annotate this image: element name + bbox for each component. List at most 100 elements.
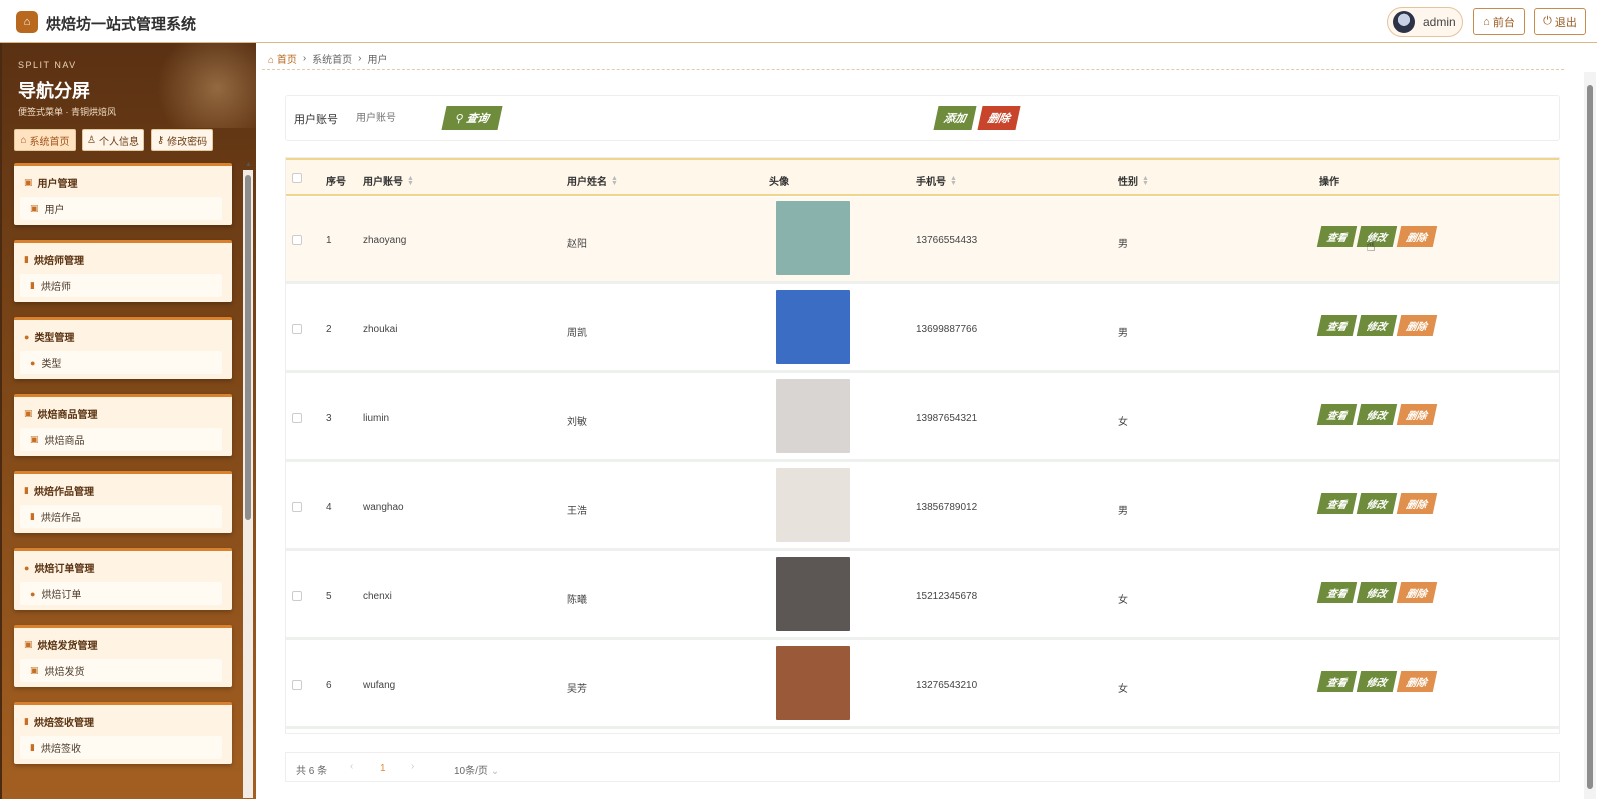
next-page-icon[interactable]: ›: [411, 761, 414, 772]
edit-button[interactable]: 修改: [1356, 671, 1398, 692]
total-count: 共 6 条: [296, 766, 328, 777]
avatar[interactable]: [776, 379, 850, 453]
sidebar-item[interactable]: ▮ 烘焙作品: [20, 505, 222, 528]
view-button[interactable]: 查看: [1316, 404, 1358, 425]
row-checkbox[interactable]: [292, 324, 302, 334]
add-button[interactable]: 添加: [933, 106, 977, 130]
row-phone: 13699887766: [916, 324, 978, 335]
search-input[interactable]: [356, 108, 426, 128]
menu-group-title[interactable]: ▣ 烘焙发货管理: [24, 637, 98, 652]
row-account: zhoukai: [363, 324, 398, 335]
row-phone: 15212345678: [916, 591, 978, 602]
chevron-right-icon: ›: [302, 53, 307, 64]
row-checkbox[interactable]: [292, 235, 302, 245]
logout-button[interactable]: ⏻ 退出: [1534, 8, 1586, 35]
row-gender: 男: [1118, 506, 1128, 517]
sort-icon[interactable]: ▲ ▼: [611, 175, 618, 187]
sidebar-item[interactable]: ▣ 烘焙商品: [20, 428, 222, 451]
header-gender[interactable]: 性别 ▲ ▼: [1118, 173, 1149, 189]
sidebar-item[interactable]: ▮ 烘焙师: [20, 274, 222, 297]
front-button[interactable]: ⌂ 前台: [1473, 8, 1525, 35]
view-button[interactable]: 查看: [1316, 671, 1358, 692]
user-menu[interactable]: admin: [1387, 7, 1463, 37]
briefcase-icon: ▣: [30, 203, 39, 213]
avatar[interactable]: [776, 557, 850, 631]
sidebar-item[interactable]: ● 类型: [20, 351, 222, 374]
row-phone: 13766554433: [916, 235, 978, 246]
pin-icon: ●: [24, 562, 30, 573]
page-size-select[interactable]: 10条/页 ⌄: [454, 762, 499, 777]
row-phone: 13276543210: [916, 680, 978, 691]
row-checkbox[interactable]: [292, 591, 302, 601]
row-checkbox[interactable]: [292, 413, 302, 423]
menu-group-title[interactable]: ▮ 烘焙作品管理: [24, 483, 94, 498]
row-account: liumin: [363, 413, 390, 424]
breadcrumb-home[interactable]: ⌂ 首页: [268, 51, 297, 66]
header-name[interactable]: 用户姓名 ▲ ▼: [567, 173, 618, 189]
avatar[interactable]: [776, 201, 850, 275]
sidebar-scroll-thumb[interactable]: [245, 175, 251, 520]
sidebar-item[interactable]: ● 烘焙订单: [20, 582, 222, 605]
sort-icon[interactable]: ▲ ▼: [407, 175, 414, 187]
view-button[interactable]: 查看: [1316, 315, 1358, 336]
row-checkbox[interactable]: [292, 680, 302, 690]
view-button[interactable]: 查看: [1316, 226, 1358, 247]
sort-icon[interactable]: ▲ ▼: [1142, 175, 1149, 187]
edit-button[interactable]: 修改: [1356, 404, 1398, 425]
menu-group-title[interactable]: ● 烘焙订单管理: [24, 560, 94, 576]
quick-profile-button[interactable]: ♙ 个人信息: [82, 129, 144, 151]
prev-page-icon[interactable]: ‹: [350, 761, 353, 772]
view-button[interactable]: 查看: [1316, 582, 1358, 603]
row-phone: 13987654321: [916, 413, 978, 424]
sidebar-item[interactable]: ▮ 烘焙签收: [20, 736, 222, 759]
edit-button[interactable]: 修改: [1356, 493, 1398, 514]
sidebar-item[interactable]: ▣ 烘焙发货: [20, 659, 222, 682]
row-account: wufang: [363, 680, 396, 691]
sidebar-title: 导航分屏: [18, 81, 90, 101]
select-all-checkbox[interactable]: [292, 173, 302, 183]
breadcrumb-system[interactable]: 系统首页: [312, 51, 352, 66]
chart-icon: ▮: [24, 485, 29, 495]
menu-group-title[interactable]: ▣ 烘焙商品管理: [24, 406, 98, 421]
sidebar-item[interactable]: ▣ 用户: [20, 197, 222, 220]
briefcase-icon: ▣: [24, 408, 33, 418]
avatar[interactable]: [776, 468, 850, 542]
delete-button[interactable]: 删除: [977, 106, 1021, 130]
menu-group-title[interactable]: ▮ 烘焙签收管理: [24, 714, 94, 729]
view-button[interactable]: 查看: [1316, 493, 1358, 514]
header-account[interactable]: 用户账号 ▲ ▼: [363, 173, 414, 189]
table-header: 序号 用户账号 ▲ ▼ 用户姓名 ▲ ▼ 头像 手机号 ▲ ▼ 性别 ▲ ▼ 操作: [286, 158, 1559, 196]
user-icon: ♙: [87, 134, 96, 146]
delete-row-button[interactable]: 删除: [1396, 493, 1438, 514]
header-phone[interactable]: 手机号 ▲ ▼: [916, 173, 957, 189]
menu-group-title[interactable]: ▮ 烘焙师管理: [24, 252, 84, 267]
avatar[interactable]: [776, 646, 850, 720]
table-row: 6 wufang 吴芳 13276543210 女 查看 修改 删除: [286, 642, 1559, 729]
search-icon: ⚲: [454, 112, 465, 125]
delete-row-button[interactable]: 删除: [1396, 671, 1438, 692]
divider: [262, 69, 1564, 70]
edit-button[interactable]: 修改: [1356, 582, 1398, 603]
quick-home-button[interactable]: ⌂ 系统首页: [14, 129, 76, 151]
delete-row-button[interactable]: 删除: [1396, 315, 1438, 336]
edit-button[interactable]: 修改: [1356, 226, 1398, 247]
delete-row-button[interactable]: 删除: [1396, 582, 1438, 603]
row-account: chenxi: [363, 591, 392, 602]
edit-button[interactable]: 修改: [1356, 315, 1398, 336]
sort-icon[interactable]: ▲ ▼: [950, 175, 957, 187]
menu-group-title[interactable]: ▣ 用户管理: [24, 175, 78, 190]
app-title: 烘焙坊一站式管理系统: [46, 16, 197, 33]
page-1[interactable]: 1: [380, 763, 386, 774]
page-scroll-thumb[interactable]: [1587, 85, 1593, 789]
row-checkbox[interactable]: [292, 502, 302, 512]
delete-row-button[interactable]: 删除: [1396, 404, 1438, 425]
menu-group-title[interactable]: ● 类型管理: [24, 329, 74, 345]
quick-password-button[interactable]: ⚷ 修改密码: [151, 129, 213, 151]
briefcase-icon: ▣: [30, 665, 39, 675]
delete-row-button[interactable]: 删除: [1396, 226, 1438, 247]
query-button[interactable]: ⚲ 查询: [441, 106, 503, 130]
scroll-up-icon[interactable]: ▲: [245, 161, 252, 168]
avatar[interactable]: [776, 290, 850, 364]
row-phone: 13856789012: [916, 502, 978, 513]
row-gender: 女: [1118, 684, 1128, 695]
